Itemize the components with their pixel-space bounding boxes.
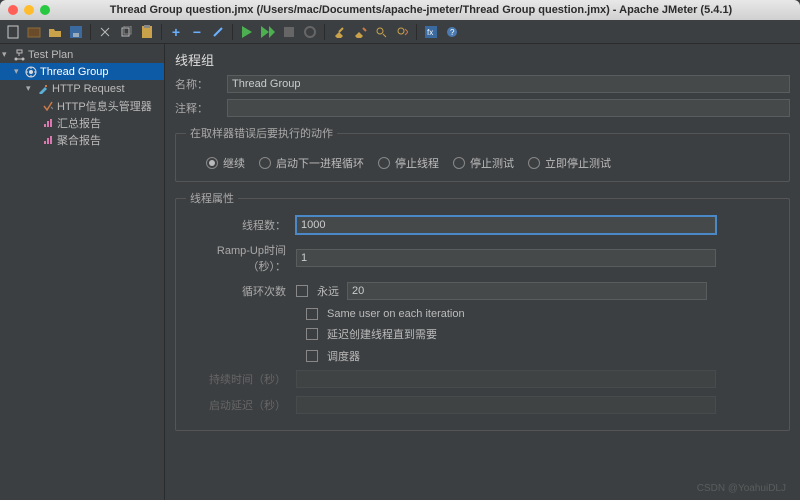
- panel-title: 线程组: [175, 50, 790, 69]
- clear-icon[interactable]: [330, 23, 348, 41]
- shutdown-icon[interactable]: [301, 23, 319, 41]
- radio-start-next-loop[interactable]: 启动下一进程循环: [259, 155, 364, 171]
- tree-item-label: HTTP Request: [52, 83, 125, 95]
- comment-input[interactable]: [227, 99, 790, 117]
- tree-thread-group[interactable]: ▾ Thread Group: [0, 63, 164, 80]
- function-helper-icon[interactable]: fx: [422, 23, 440, 41]
- tree-item-label: Thread Group: [40, 66, 108, 78]
- testplan-icon: [13, 49, 25, 61]
- tree-item-label: 聚合报告: [57, 132, 101, 148]
- same-user-checkbox[interactable]: Same user on each iteration: [186, 308, 779, 320]
- copy-icon[interactable]: [117, 23, 135, 41]
- threadgroup-icon: [25, 66, 37, 78]
- open-icon[interactable]: [46, 23, 64, 41]
- name-label: 名称：: [175, 76, 221, 92]
- tree-header-manager[interactable]: HTTP信息头管理器: [0, 97, 164, 114]
- expand-icon[interactable]: +: [167, 23, 185, 41]
- new-icon[interactable]: [4, 23, 22, 41]
- threads-input[interactable]: [296, 216, 716, 234]
- thread-props-legend: 线程属性: [186, 190, 238, 206]
- rampup-input[interactable]: [296, 249, 716, 267]
- thread-props-fieldset: 线程属性 线程数： Ramp-Up时间（秒）： 循环次数 永远 Same use…: [175, 190, 790, 431]
- start-no-pause-icon[interactable]: [259, 23, 277, 41]
- comment-label: 注释：: [175, 100, 221, 116]
- on-error-fieldset: 在取样器错误后要执行的动作 继续 启动下一进程循环 停止线程 停止测试 立即停止…: [175, 125, 790, 182]
- clear-all-icon[interactable]: [351, 23, 369, 41]
- radio-stop-test[interactable]: 停止测试: [453, 155, 514, 171]
- on-error-legend: 在取样器错误后要执行的动作: [186, 125, 337, 141]
- tree-root[interactable]: ▾ Test Plan: [0, 46, 164, 63]
- main-toolbar: + − fx ?: [0, 20, 800, 44]
- rampup-label: Ramp-Up时间（秒）：: [186, 242, 296, 274]
- collapse-icon[interactable]: −: [188, 23, 206, 41]
- report-icon: [42, 134, 54, 146]
- radio-stop-test-now[interactable]: 立即停止测试: [528, 155, 611, 171]
- radio-continue[interactable]: 继续: [206, 155, 245, 171]
- loop-label: 循环次数: [186, 283, 296, 299]
- cut-icon[interactable]: [96, 23, 114, 41]
- test-plan-tree[interactable]: ▾ Test Plan ▾ Thread Group ▾ HTTP Reques…: [0, 44, 165, 500]
- delay-create-checkbox[interactable]: 延迟创建线程直到需要: [186, 326, 779, 342]
- sampler-icon: [37, 83, 49, 95]
- tree-root-label: Test Plan: [28, 49, 73, 61]
- watermark: CSDN @YoahuiDLJ: [697, 483, 786, 494]
- search-icon[interactable]: [372, 23, 390, 41]
- startup-delay-label: 启动延迟（秒）: [186, 397, 296, 413]
- window-titlebar: Thread Group question.jmx (/Users/mac/Do…: [0, 0, 800, 20]
- tree-item-label: 汇总报告: [57, 115, 101, 131]
- report-icon: [42, 117, 54, 129]
- svg-text:fx: fx: [427, 28, 433, 37]
- tree-summary-report[interactable]: 汇总报告: [0, 114, 164, 131]
- tree-item-label: HTTP信息头管理器: [57, 98, 152, 114]
- tree-http-request[interactable]: ▾ HTTP Request: [0, 80, 164, 97]
- save-icon[interactable]: [67, 23, 85, 41]
- svg-text:?: ?: [450, 28, 455, 37]
- config-icon: [42, 100, 54, 112]
- reset-search-icon[interactable]: [393, 23, 411, 41]
- minimize-window-button[interactable]: [24, 5, 34, 15]
- duration-input: [296, 370, 716, 388]
- loop-input[interactable]: [347, 282, 707, 300]
- duration-label: 持续时间（秒）: [186, 371, 296, 387]
- editor-panel: 线程组 名称： 注释： 在取样器错误后要执行的动作 继续 启动下一进程循环 停止…: [165, 44, 800, 500]
- zoom-window-button[interactable]: [40, 5, 50, 15]
- start-icon[interactable]: [238, 23, 256, 41]
- stop-icon[interactable]: [280, 23, 298, 41]
- forever-checkbox[interactable]: 永远: [296, 283, 339, 299]
- help-icon[interactable]: ?: [443, 23, 461, 41]
- paste-icon[interactable]: [138, 23, 156, 41]
- templates-icon[interactable]: [25, 23, 43, 41]
- threads-label: 线程数：: [186, 217, 296, 233]
- scheduler-checkbox[interactable]: 调度器: [186, 348, 779, 364]
- radio-stop-thread[interactable]: 停止线程: [378, 155, 439, 171]
- startup-delay-input: [296, 396, 716, 414]
- window-title: Thread Group question.jmx (/Users/mac/Do…: [50, 4, 792, 16]
- name-input[interactable]: [227, 75, 790, 93]
- toggle-icon[interactable]: [209, 23, 227, 41]
- close-window-button[interactable]: [8, 5, 18, 15]
- tree-aggregate-report[interactable]: 聚合报告: [0, 131, 164, 148]
